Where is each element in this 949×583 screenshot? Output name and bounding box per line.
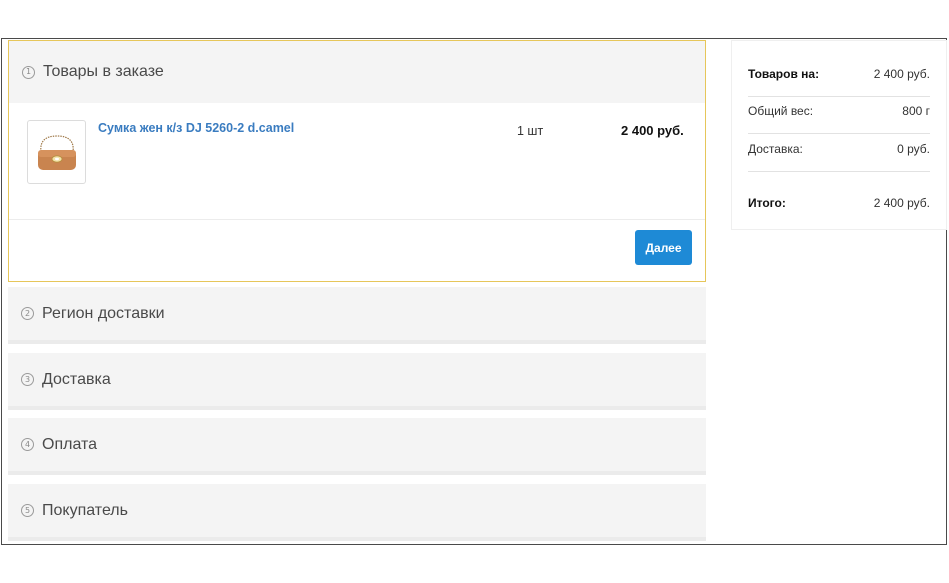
summary-weight-row: Общий вес: 800 г <box>748 104 930 118</box>
step-title: Регион доставки <box>42 304 165 322</box>
step-number-badge: 4 <box>21 438 34 451</box>
summary-divider <box>748 171 930 172</box>
handbag-image <box>37 135 76 170</box>
summary-goods-row: Товаров на: 2 400 руб. <box>748 67 930 81</box>
summary-goods-value: 2 400 руб. <box>873 67 930 81</box>
product-price: 2 400 руб. <box>621 123 684 138</box>
step-panel-order-items: 1 Товары в заказе Сумка жен к/з DJ 5260-… <box>8 40 706 282</box>
step-panel-delivery[interactable]: 3 Доставка <box>8 353 706 410</box>
step-title: Покупатель <box>42 501 128 519</box>
summary-total-row: Итого: 2 400 руб. <box>748 196 930 210</box>
summary-total-value: 2 400 руб. <box>873 196 930 210</box>
order-summary: Товаров на: 2 400 руб. Общий вес: 800 г … <box>731 40 947 230</box>
summary-delivery-label: Доставка: <box>748 142 803 156</box>
step-number-badge: 5 <box>21 504 34 517</box>
step-number-badge: 1 <box>22 65 35 79</box>
step-header-order-items[interactable]: 1 Товары в заказе <box>9 41 705 103</box>
summary-weight-label: Общий вес: <box>748 104 814 118</box>
step-number-badge: 3 <box>21 373 34 386</box>
checkout-frame: 1 Товары в заказе Сумка жен к/з DJ 5260-… <box>1 38 947 545</box>
product-quantity: 1 шт <box>517 124 544 138</box>
step-title: Оплата <box>42 435 98 453</box>
next-button[interactable]: Далее <box>635 230 692 265</box>
step-title: Доставка <box>42 370 111 388</box>
product-thumbnail[interactable] <box>27 120 86 184</box>
step-panel-payment[interactable]: 4 Оплата <box>8 418 706 475</box>
summary-goods-label: Товаров на: <box>748 67 820 81</box>
summary-divider <box>748 96 930 97</box>
summary-delivery-row: Доставка: 0 руб. <box>748 142 930 156</box>
summary-delivery-value: 0 руб. <box>897 142 930 156</box>
summary-weight-value: 800 г <box>902 104 930 118</box>
summary-divider <box>748 133 930 134</box>
step-title: Товары в заказе <box>43 63 164 80</box>
step-number-badge: 2 <box>21 307 34 320</box>
summary-total-label: Итого: <box>748 196 786 210</box>
cart-item-row: Сумка жен к/з DJ 5260-2 d.camel 1 шт 2 4… <box>9 103 705 220</box>
product-name-link[interactable]: Сумка жен к/з DJ 5260-2 d.camel <box>98 121 294 135</box>
step-panel-delivery-region[interactable]: 2 Регион доставки <box>8 287 706 344</box>
step-panel-buyer[interactable]: 5 Покупатель <box>8 484 706 541</box>
